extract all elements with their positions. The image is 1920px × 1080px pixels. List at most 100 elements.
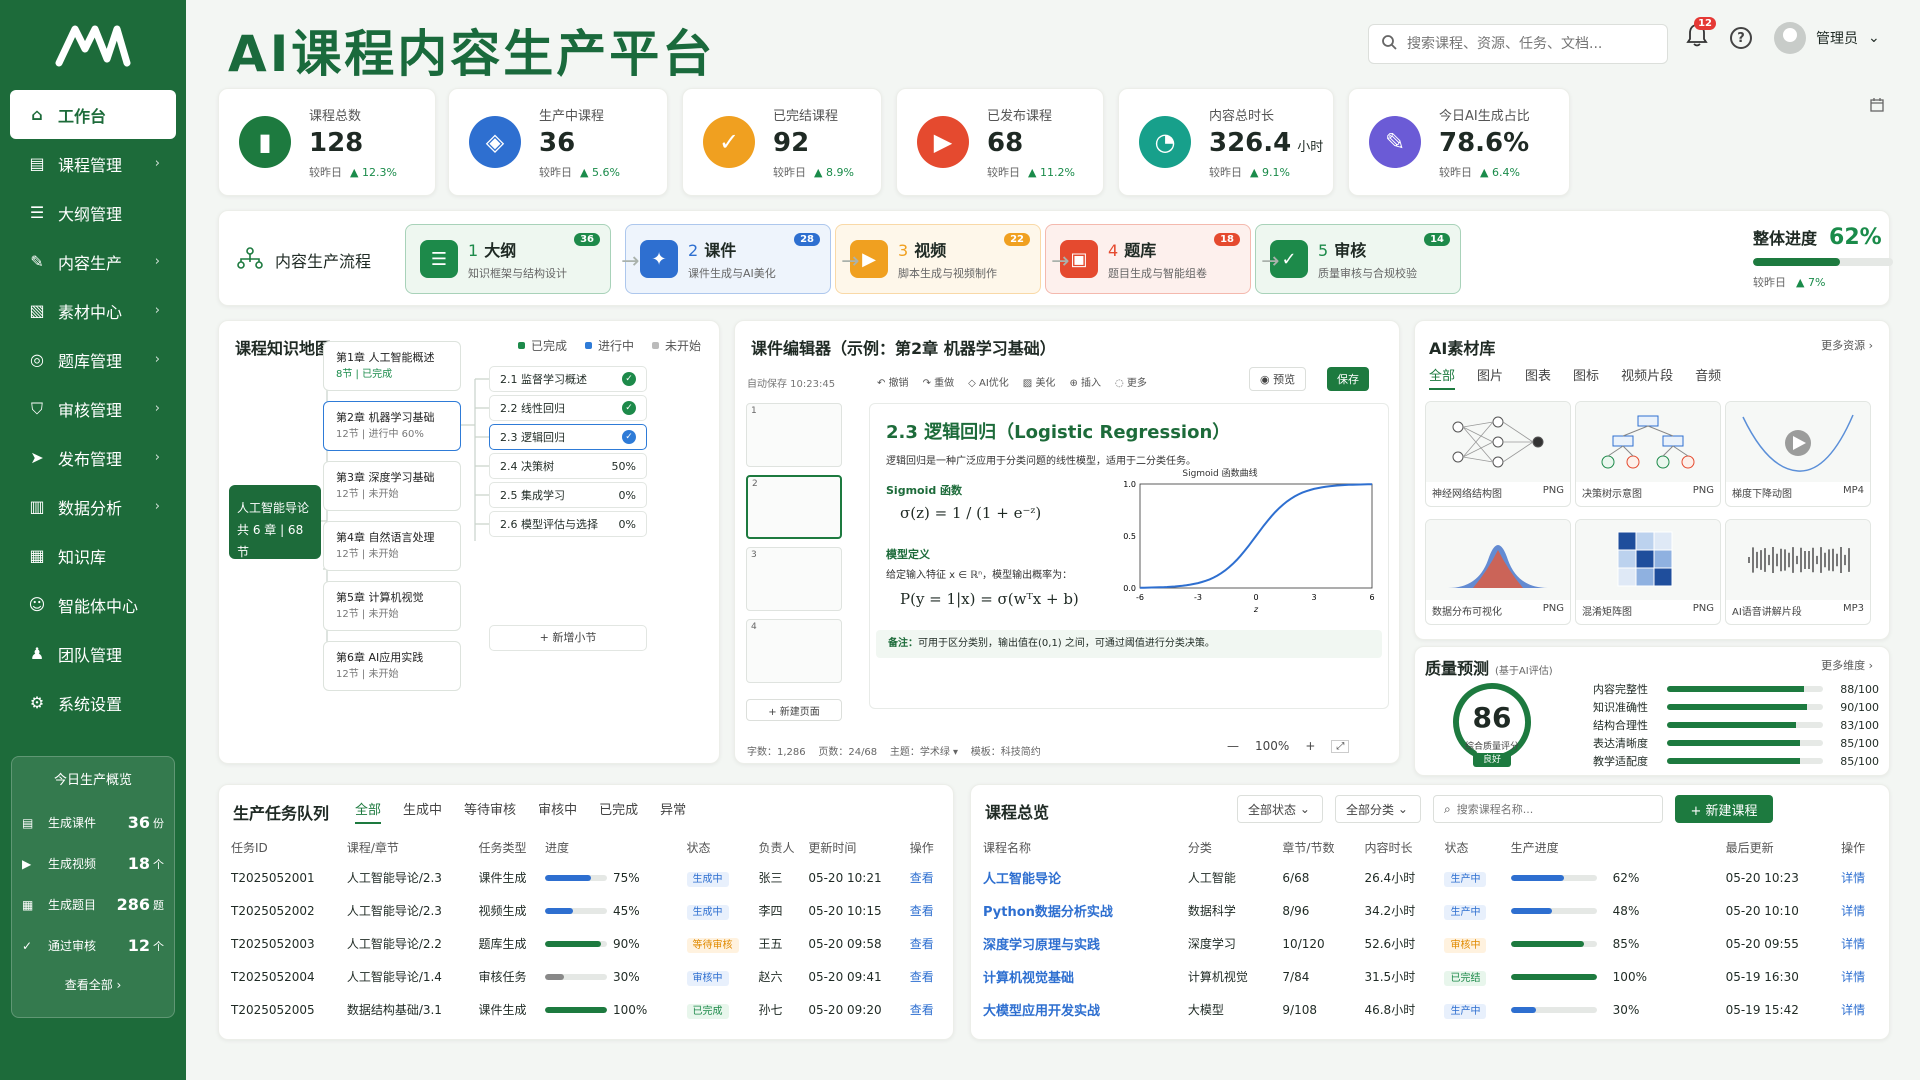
library-tab[interactable]: 音频 <box>1695 365 1721 390</box>
chapter-node[interactable]: 第2章 机器学习基础 12节 | 进行中 60% <box>323 401 461 451</box>
notification-bell-icon[interactable]: 12 <box>1686 17 1716 53</box>
tool-ai[interactable]: ◇ AI优化 <box>968 374 1009 389</box>
asset-card[interactable]: 决策树示意图 PNG <box>1575 401 1721 507</box>
flow-step-2[interactable]: ✦ 2 课件 课件生成与AI美化 28 <box>625 224 831 294</box>
library-tab[interactable]: 图标 <box>1573 365 1599 390</box>
section-node[interactable]: 2.1 监督学习概述 ✓ <box>489 366 647 392</box>
table-row[interactable]: 大模型应用开发实战 大模型 9/108 46.8小时 生产中 30% 05-19 15:42… <box>983 993 1879 1026</box>
table-row[interactable]: T2025052002 人工智能导论/2.3 视频生成 45% 生成中 李四 05-20 1… <box>231 894 943 927</box>
asset-card[interactable]: 神经网络结构图 PNG <box>1425 401 1571 507</box>
fullscreen-icon[interactable]: ⤢ <box>1331 739 1350 753</box>
slide-canvas[interactable]: 2.3 逻辑回归（Logistic Regression） 逻辑回归是一种广泛应… <box>869 403 1389 709</box>
flow-step-5[interactable]: ✓ 5 审核 质量审核与合规校验 14 <box>1255 224 1461 294</box>
app-logo[interactable] <box>0 0 186 90</box>
view-link[interactable]: 查看 <box>910 937 934 951</box>
course-name-link[interactable]: Python数据分析实战 <box>983 905 1113 920</box>
section-node[interactable]: 2.4 决策树 50% <box>489 453 647 479</box>
kpi-card[interactable]: ◔ 内容总时长 326.4 小时 较昨日 ▲ 9.1% <box>1118 88 1334 196</box>
slide-thumb-4[interactable]: 4 <box>746 619 842 683</box>
table-row[interactable]: 深度学习原理与实践 深度学习 10/120 52.6小时 审核中 85% 05-20 09:… <box>983 927 1879 960</box>
help-icon[interactable]: ? <box>1730 27 1752 49</box>
asset-card[interactable]: 梯度下降动图 MP4 <box>1725 401 1871 507</box>
zoom-in-button[interactable]: + <box>1305 739 1315 753</box>
course-name-link[interactable]: 深度学习原理与实践 <box>983 938 1100 953</box>
new-course-button[interactable]: + 新建课程 <box>1675 795 1773 823</box>
view-link[interactable]: 查看 <box>910 1003 934 1017</box>
kpi-card[interactable]: ◈ 生产中课程 36 较昨日 ▲ 5.6% <box>448 88 668 196</box>
sidebar-item-12[interactable]: ⚙ 系统设置 <box>10 678 176 727</box>
asset-card[interactable]: 数据分布可视化 PNG <box>1425 519 1571 625</box>
tool-more[interactable]: ◌ 更多 <box>1115 374 1147 389</box>
table-row[interactable]: T2025052001 人工智能导论/2.3 课件生成 75% 生成中 张三 05-20 1… <box>231 861 943 894</box>
sidebar-item-10[interactable]: ☺ 智能体中心 <box>10 580 176 629</box>
category-filter[interactable]: 全部分类 ⌄ <box>1335 795 1421 823</box>
add-page-button[interactable]: + 新建页面 <box>746 699 842 721</box>
tool-redo[interactable]: ↷ 重做 <box>923 374 955 389</box>
library-more-link[interactable]: 更多资源 › <box>1821 337 1873 353</box>
slide-thumb-2[interactable]: 2 <box>746 475 842 539</box>
table-row[interactable]: T2025052003 人工智能导论/2.2 题库生成 90% 等待审核 王五 05-20 … <box>231 927 943 960</box>
task-tab[interactable]: 等待审核 <box>464 799 516 824</box>
asset-card[interactable]: 混淆矩阵图 PNG <box>1575 519 1721 625</box>
view-link[interactable]: 查看 <box>910 904 934 918</box>
course-name-link[interactable]: 计算机视觉基础 <box>983 971 1074 986</box>
slide-thumb-3[interactable]: 3 <box>746 547 842 611</box>
flow-step-3[interactable]: ▶ 3 视频 脚本生成与视频制作 22 <box>835 224 1041 294</box>
flow-step-4[interactable]: ▣ 4 题库 题目生成与智能组卷 18 <box>1045 224 1251 294</box>
table-row[interactable]: 人工智能导论 人工智能 6/68 26.4小时 生产中 62% 05-20 10:23 详情 <box>983 861 1879 894</box>
kpi-card[interactable]: ✎ 今日AI生成占比 78.6% 较昨日 ▲ 6.4% <box>1348 88 1570 196</box>
task-tab[interactable]: 生成中 <box>403 799 442 824</box>
section-node[interactable]: 2.3 逻辑回归 ✓ <box>489 424 647 450</box>
user-menu[interactable]: 管理员 ⌄ <box>1774 22 1880 54</box>
course-name-link[interactable]: 大模型应用开发实战 <box>983 1004 1100 1019</box>
kpi-card[interactable]: ▶ 已发布课程 68 较昨日 ▲ 11.2% <box>896 88 1104 196</box>
kpi-card[interactable]: ▮ 课程总数 128 较昨日 ▲ 12.3% <box>218 88 436 196</box>
chapter-node[interactable]: 第1章 人工智能概述 8节 | 已完成 <box>323 341 461 391</box>
sidebar-item-3[interactable]: ✎ 内容生产 › <box>10 237 176 286</box>
sidebar-item-4[interactable]: ▧ 素材中心 › <box>10 286 176 335</box>
sidebar-item-9[interactable]: ▦ 知识库 <box>10 531 176 580</box>
detail-link[interactable]: 详情 <box>1841 904 1865 918</box>
library-tab[interactable]: 图片 <box>1477 365 1503 390</box>
course-search-input[interactable] <box>1456 802 1647 816</box>
search-input[interactable] <box>1407 36 1647 52</box>
tool-undo[interactable]: ↶ 撤销 <box>877 374 909 389</box>
quality-more-link[interactable]: 更多维度 › <box>1821 657 1873 673</box>
global-search[interactable] <box>1368 24 1668 64</box>
course-name-link[interactable]: 人工智能导论 <box>983 872 1061 887</box>
section-node[interactable]: 2.2 线性回归 ✓ <box>489 395 647 421</box>
section-node[interactable]: 2.6 模型评估与选择 0% <box>489 511 647 537</box>
detail-link[interactable]: 详情 <box>1841 1003 1865 1017</box>
sidebar-item-1[interactable]: ▤ 课程管理 › <box>10 139 176 188</box>
today-view-all-link[interactable]: 查看全部 › <box>22 976 164 993</box>
task-tab[interactable]: 审核中 <box>538 799 577 824</box>
km-root-node[interactable]: 人工智能导论 共 6 章 | 68 节 <box>229 485 321 559</box>
detail-link[interactable]: 详情 <box>1841 937 1865 951</box>
chapter-node[interactable]: 第6章 AI应用实践 12节 | 未开始 <box>323 641 461 691</box>
sidebar-item-11[interactable]: ♟ 团队管理 <box>10 629 176 678</box>
task-tab[interactable]: 已完成 <box>599 799 638 824</box>
tool-insert[interactable]: ⊕ 插入 <box>1069 374 1101 389</box>
library-tab[interactable]: 图表 <box>1525 365 1551 390</box>
chapter-node[interactable]: 第3章 深度学习基础 12节 | 未开始 <box>323 461 461 511</box>
status-filter[interactable]: 全部状态 ⌄ <box>1237 795 1323 823</box>
save-button[interactable]: 保存 <box>1327 367 1369 391</box>
table-row[interactable]: 计算机视觉基础 计算机视觉 7/84 31.5小时 已完结 100% 05-19 16:30… <box>983 960 1879 993</box>
kpi-card[interactable]: ✓ 已完结课程 92 较昨日 ▲ 8.9% <box>682 88 882 196</box>
slide-thumb-1[interactable]: 1 <box>746 403 842 467</box>
sidebar-item-0[interactable]: ⌂ 工作台 <box>10 90 176 139</box>
chapter-node[interactable]: 第4章 自然语言处理 12节 | 未开始 <box>323 521 461 571</box>
sidebar-item-5[interactable]: ◎ 题库管理 › <box>10 335 176 384</box>
task-tab[interactable]: 异常 <box>660 799 686 824</box>
library-tab[interactable]: 视频片段 <box>1621 365 1673 390</box>
table-row[interactable]: T2025052004 人工智能导论/1.4 审核任务 30% 审核中 赵六 05-20 0… <box>231 960 943 993</box>
table-row[interactable]: T2025052005 数据结构基础/3.1 课件生成 100% 已完成 孙七 05-20 … <box>231 993 943 1026</box>
course-search[interactable]: ⌕ <box>1433 795 1663 823</box>
detail-link[interactable]: 详情 <box>1841 970 1865 984</box>
view-link[interactable]: 查看 <box>910 970 934 984</box>
tool-magic[interactable]: ▨ 美化 <box>1023 374 1056 389</box>
library-tab[interactable]: 全部 <box>1429 365 1456 390</box>
view-link[interactable]: 查看 <box>910 871 934 885</box>
chapter-node[interactable]: 第5章 计算机视觉 12节 | 未开始 <box>323 581 461 631</box>
detail-link[interactable]: 详情 <box>1841 871 1865 885</box>
